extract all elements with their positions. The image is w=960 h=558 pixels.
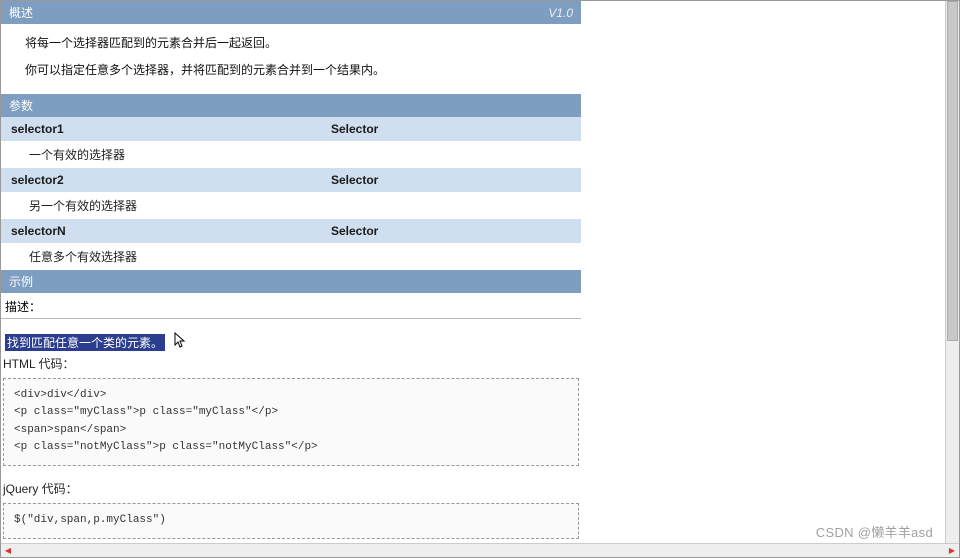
param-name: selector2 [11,173,331,187]
html-code-label: HTML 代码： [1,351,581,374]
param-header-row: selector1 Selector [1,117,581,141]
section-header-overview: 概述 V1.0 [1,1,581,24]
watermark: CSDN @懒羊羊asd [816,522,933,541]
param-desc-row: 一个有效的选择器 [1,141,581,168]
scroll-right-icon[interactable]: ▶ [945,544,959,557]
jquery-code-box[interactable]: $("div,span,p.myClass") [3,503,579,539]
param-header-row: selector2 Selector [1,168,581,192]
section-title-example: 示例 [9,273,33,290]
param-type: Selector [331,173,571,187]
overview-line-1: 将每一个选择器匹配到的元素合并后一起返回。 [25,32,577,55]
overview-line-2: 你可以指定任意多个选择器，并将匹配到的元素合并到一个结果内。 [25,59,577,82]
section-header-params: 参数 [1,94,581,117]
param-desc: 任意多个有效选择器 [29,248,137,265]
html-code-box[interactable]: <div>div</div> <p class="myClass">p clas… [3,378,579,466]
section-title-overview: 概述 [9,4,33,21]
example-desc-body: 找到匹配任意一个类的元素。 [1,325,581,351]
param-name: selector1 [11,122,331,136]
app-window: 概述 V1.0 将每一个选择器匹配到的元素合并后一起返回。 你可以指定任意多个选… [0,0,960,558]
param-desc: 另一个有效的选择器 [29,197,137,214]
param-desc: 一个有效的选择器 [29,146,125,163]
example-desc-label: 描述： [1,293,581,319]
scroll-left-icon[interactable]: ◀ [1,544,15,557]
section-header-example: 示例 [1,270,581,293]
vertical-scrollbar-thumb[interactable] [947,1,958,341]
cursor-icon [174,332,188,353]
param-header-row: selectorN Selector [1,219,581,243]
version-label: V1.0 [548,6,573,20]
overview-text: 将每一个选择器匹配到的元素合并后一起返回。 你可以指定任意多个选择器，并将匹配到… [1,24,581,94]
param-type: Selector [331,224,571,238]
param-desc-row: 另一个有效的选择器 [1,192,581,219]
horizontal-scrollbar[interactable]: ◀ ▶ [1,543,959,557]
section-title-params: 参数 [9,97,33,114]
param-desc-row: 任意多个有效选择器 [1,243,581,270]
param-name: selectorN [11,224,331,238]
content-scroll-area: 概述 V1.0 将每一个选择器匹配到的元素合并后一起返回。 你可以指定任意多个选… [1,1,959,543]
example-highlighted-text[interactable]: 找到匹配任意一个类的元素。 [5,334,165,351]
param-type: Selector [331,122,571,136]
vertical-scrollbar[interactable] [945,1,959,543]
jquery-code-label: jQuery 代码： [1,476,581,499]
